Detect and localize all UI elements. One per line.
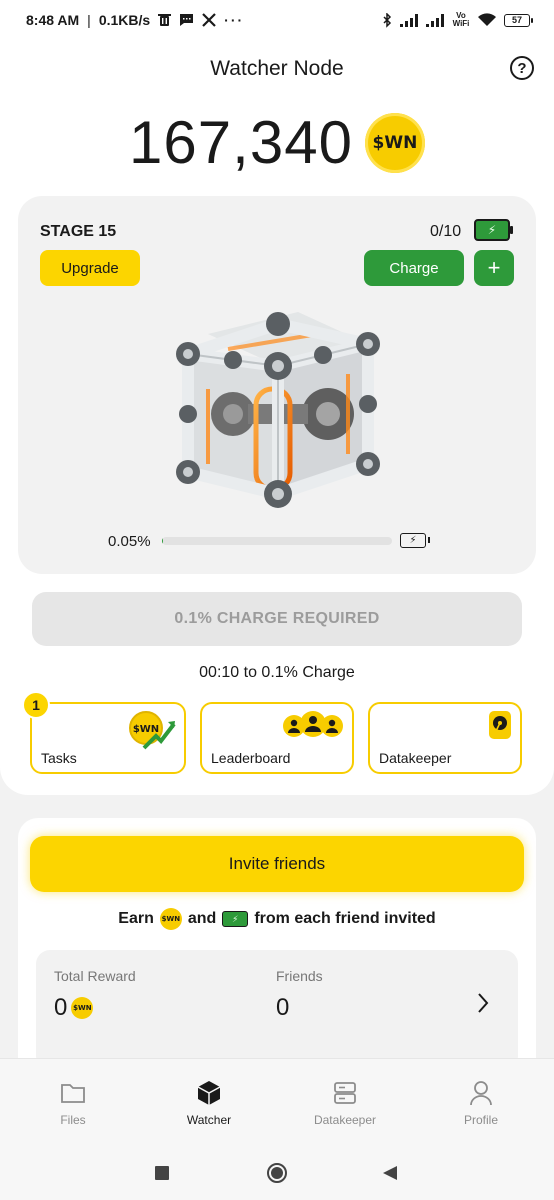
wn-coin-arrow-icon: $WN — [128, 710, 176, 755]
invite-friends-button[interactable]: Invite friends — [30, 836, 524, 892]
page-title: Watcher Node — [210, 57, 344, 80]
tasks-badge: 1 — [22, 691, 50, 719]
add-charge-button[interactable]: + — [474, 250, 514, 286]
bottom-nav: Files Watcher Datakeeper Profile — [0, 1058, 554, 1148]
battery-icon: 57 — [504, 13, 533, 27]
friends-count: 0 — [276, 994, 290, 1021]
nav-watcher[interactable]: Watcher — [154, 1079, 264, 1127]
battery-bolt-icon: ⚡ — [400, 533, 430, 548]
wn-coin-text: $WN — [372, 132, 418, 153]
nav-watcher-label: Watcher — [186, 1113, 232, 1127]
x-icon — [202, 13, 216, 27]
signal-icon — [400, 13, 418, 27]
trash-icon — [158, 13, 172, 27]
charge-progress-bar — [162, 537, 392, 545]
total-reward-label: Total Reward — [54, 968, 136, 984]
battery-level: 57 — [511, 15, 522, 25]
folder-icon — [18, 1079, 128, 1107]
back-icon[interactable] — [382, 1165, 398, 1186]
nav-datakeeper-label: Datakeeper — [313, 1113, 377, 1127]
users-icon — [282, 710, 344, 745]
balance-value: 167,340 — [129, 109, 353, 176]
datakeeper-button[interactable]: Datakeeper — [368, 702, 522, 774]
status-bar: 8:48 AM | 0.1KB/s ··· Vo WiFi 57 — [0, 0, 554, 40]
stage-card: STAGE 15 0/10 ⚡ Upgrade Charge + 0.05% ⚡ — [18, 196, 536, 574]
battery-charge-icon: ⚡ — [222, 911, 249, 927]
charge-progress-text: 0.05% — [108, 533, 151, 550]
wn-coin-icon: $WN — [71, 997, 94, 1019]
nav-profile-label: Profile — [463, 1113, 498, 1127]
total-reward-value: 0 $WN — [54, 994, 94, 1022]
message-icon — [179, 13, 194, 27]
status-divider: | — [87, 12, 91, 28]
wn-coin-text: $WN — [161, 915, 181, 923]
referral-stats[interactable]: Total Reward 0 $WN Friends 0 — [36, 950, 518, 1070]
leaderboard-label: Leaderboard — [211, 750, 291, 766]
wn-coin-icon: $WN — [364, 112, 425, 173]
more-icon: ··· — [224, 12, 245, 28]
question-icon[interactable]: ? — [510, 56, 534, 80]
total-reward-amount: 0 — [54, 994, 68, 1021]
nav-profile[interactable]: Profile — [426, 1079, 536, 1127]
system-nav-bar — [0, 1148, 554, 1200]
earn-suffix: from each friend invited — [254, 910, 436, 927]
signal-icon — [426, 13, 444, 27]
charge-button[interactable]: Charge — [364, 250, 464, 286]
nav-datakeeper[interactable]: Datakeeper — [290, 1079, 400, 1127]
tasks-label: Tasks — [41, 750, 77, 766]
tasks-button[interactable]: $WN Tasks — [30, 702, 186, 774]
recents-icon[interactable] — [155, 1166, 169, 1185]
invite-card: Invite friends Earn $WN and ⚡ from each … — [18, 818, 536, 1070]
earn-and: and — [187, 910, 217, 927]
hard-drive-icon — [488, 710, 512, 745]
home-icon[interactable] — [266, 1162, 288, 1189]
battery-charge-icon: ⚡ — [474, 219, 513, 241]
stage-label: STAGE 15 — [40, 223, 117, 240]
server-icon — [290, 1079, 400, 1107]
balance: 167,340 $WN — [0, 108, 554, 177]
wn-coin-text: $WN — [73, 1004, 92, 1012]
leaderboard-button[interactable]: Leaderboard — [200, 702, 354, 774]
bluetooth-icon — [382, 12, 392, 28]
charge-timer: 00:10 to 0.1% Charge — [199, 664, 355, 681]
upgrade-button[interactable]: Upgrade — [40, 250, 140, 286]
vowifi-icon: Vo WiFi — [452, 11, 470, 28]
nav-files[interactable]: Files — [18, 1079, 128, 1127]
network-speed: 0.1KB/s — [98, 12, 151, 28]
tasks-coin-text: $WN — [133, 724, 159, 735]
datakeeper-label: Datakeeper — [379, 750, 452, 766]
earn-prefix: Earn — [118, 910, 154, 927]
wifi-icon — [478, 13, 496, 27]
cube-icon — [154, 1079, 264, 1107]
friends-label: Friends — [276, 968, 323, 984]
earn-description: Earn $WN and ⚡ from each friend invited — [18, 908, 536, 930]
chevron-right-icon[interactable] — [476, 992, 490, 1021]
wn-coin-icon: $WN — [159, 908, 182, 930]
user-icon — [426, 1079, 536, 1107]
charge-count: 0/10 — [430, 223, 462, 240]
charge-required-button[interactable]: 0.1% CHARGE REQUIRED — [32, 592, 522, 646]
node-cube-image — [176, 312, 380, 508]
nav-files-label: Files — [60, 1113, 86, 1127]
status-time: 8:48 AM — [26, 12, 80, 28]
